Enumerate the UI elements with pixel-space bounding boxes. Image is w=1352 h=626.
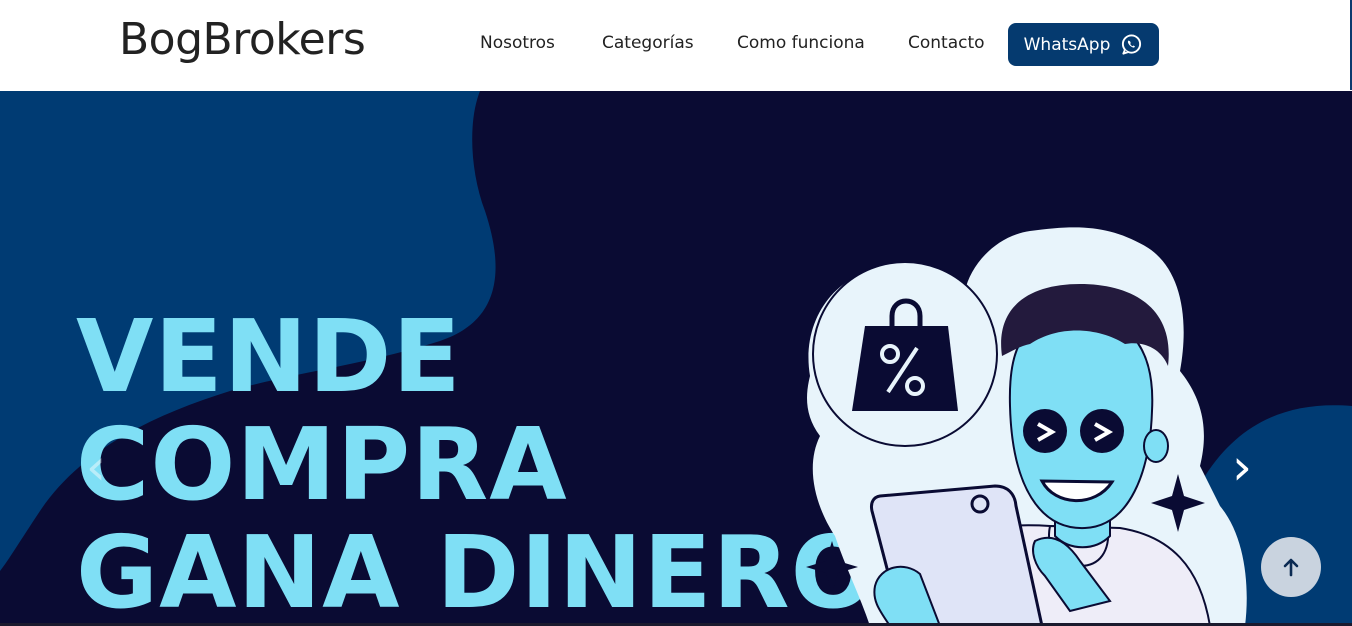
nav-item-nosotros[interactable]: Nosotros [480,32,555,54]
brand-logo[interactable]: BogBrokers [119,14,366,66]
nav-item-contacto[interactable]: Contacto [908,32,985,54]
nav-item-categorias[interactable]: Categorías [602,32,694,54]
scroll-to-top-button[interactable] [1261,537,1321,597]
whatsapp-icon [1122,34,1142,55]
headline-line-vende: VENDE [76,298,462,415]
carousel-next-arrow[interactable]: › [1232,442,1252,492]
hero-headline: VENDE COMPRA GANA DINERO [76,303,877,626]
whatsapp-label: WhatsApp [1023,34,1111,55]
carousel-prev-arrow[interactable]: ‹ [86,442,106,492]
hero-illustration [806,227,1247,626]
hero-carousel: VENDE COMPRA GANA DINERO ‹ › [0,91,1352,626]
arrow-up-icon [1283,558,1299,577]
site-header: BogBrokers Nosotros Categorías Como func… [0,0,1352,90]
nav-item-como-funciona[interactable]: Como funciona [737,32,865,54]
headline-line-compra: COMPRA [76,406,568,523]
whatsapp-button[interactable]: WhatsApp [1008,23,1159,66]
headline-line-gana-dinero: GANA DINERO [76,514,877,626]
